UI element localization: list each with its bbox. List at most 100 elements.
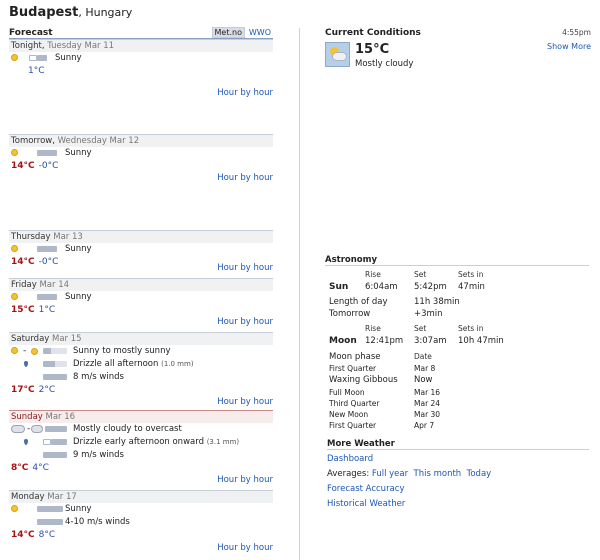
forecast-day: Friday Mar 14 Sunny 15°C 1°C Hour by hour (9, 278, 273, 332)
high-temp: 15°C (11, 305, 35, 315)
phase-date: Mar 30 (414, 410, 441, 419)
phase-date: Mar 24 (414, 399, 441, 408)
tomorrow-label: Tomorrow (329, 309, 371, 319)
this-month-link[interactable]: This month (414, 469, 462, 479)
length-of-day: 11h 38min (414, 297, 460, 307)
set-header: Set (414, 270, 427, 279)
cloud-cover-bar (43, 348, 67, 354)
forecast-day: Tonight, Tuesday Mar 11 Sunny 1°C Hour b… (9, 39, 273, 134)
sets-in-header: Sets in (458, 270, 484, 279)
high-temp: 17°C (11, 385, 35, 395)
phase-date-header: Date (414, 352, 432, 361)
cloud-cover-bar (37, 55, 47, 61)
condition-row: 8 m/s winds (9, 371, 273, 384)
forecast-day: Sunday Mar 16 - Mostly cloudy to overcas… (9, 410, 273, 490)
forecast-day: Thursday Mar 13 Sunny 14°C -0°C Hour by h… (9, 230, 273, 278)
current-description: Mostly cloudy (355, 59, 414, 69)
day-header: Tomorrow, Wednesday Mar 12 (9, 135, 273, 147)
current-temp: 15°C (355, 42, 390, 57)
tomorrow-delta: +3min (414, 309, 443, 319)
condition-row: Sunny (9, 52, 273, 65)
day-temps: 15°C 1°C (9, 304, 273, 317)
today-link[interactable]: Today (467, 469, 492, 479)
condition-row: Drizzle all afternoon (1.0 mm) (9, 358, 273, 371)
current-title: Current Conditions (325, 28, 421, 38)
phase-date-current: Now (414, 375, 433, 385)
low-temp: 1°C (38, 305, 56, 315)
condition-row: 9 m/s winds (9, 449, 273, 462)
sets-in-header: Sets in (458, 324, 484, 333)
precip-bar (43, 439, 51, 445)
forecast-title: Forecast (9, 28, 53, 38)
mostly-cloudy-icon (325, 42, 350, 67)
high-temp: 14°C (11, 257, 35, 267)
moon-phase-header: Moon phase (329, 352, 381, 362)
hour-by-hour-link[interactable]: Hour by hour (217, 397, 273, 407)
sun-icon (11, 149, 18, 156)
phase-name-current: Waxing Gibbous (329, 375, 398, 385)
rise-header: Rise (365, 270, 381, 279)
hour-by-hour-link[interactable]: Hour by hour (217, 475, 273, 485)
high-temp: 14°C (11, 530, 35, 540)
raindrop-icon (24, 439, 28, 445)
condition-row: Drizzle early afternoon onward (3.1 mm) (9, 436, 273, 449)
forecast-header: Forecast Met.no WWO (9, 27, 273, 39)
low-temp: 4°C (32, 463, 49, 473)
set-header: Set (414, 324, 427, 333)
forecast-day: Monday Mar 17 Sunny 4-10 m/s winds 14°C 8… (9, 490, 273, 556)
forecast-panel: Forecast Met.no WWO Tonight, Tuesday Mar… (9, 27, 273, 556)
day-temps: 1°C (9, 65, 273, 78)
phase-date: Mar 8 (414, 364, 436, 373)
hour-by-hour-link[interactable]: Hour by hour (217, 173, 273, 183)
historical-weather-link[interactable]: Historical Weather (327, 499, 405, 509)
more-weather-panel: More Weather Dashboard Averages: Full ye… (327, 439, 589, 517)
sun-sets-in: 47min (458, 282, 485, 292)
city-name: Budapest (9, 5, 79, 20)
phase-name: New Moon (329, 410, 369, 419)
condition-row: - Mostly cloudy to overcast (9, 423, 273, 436)
cloud-cover-bar (37, 294, 57, 300)
full-year-link[interactable]: Full year (372, 469, 408, 479)
condition-row: Sunny (9, 291, 273, 304)
hour-by-hour-link[interactable]: Hour by hour (217, 88, 273, 98)
sun-icon (11, 54, 18, 61)
phase-name: First Quarter (329, 421, 377, 430)
condition-row: 4-10 m/s winds (9, 516, 273, 529)
day-header: Sunday Mar 16 (9, 411, 273, 423)
page-title: Budapest, Hungary (9, 5, 132, 20)
hour-by-hour-link[interactable]: Hour by hour (217, 317, 273, 327)
day-header: Friday Mar 14 (9, 279, 273, 291)
wind-bar (43, 452, 67, 458)
source-tab-wwo[interactable]: WWO (249, 28, 271, 37)
cloud-cover-bar (37, 246, 57, 252)
show-more-link[interactable]: Show More (547, 42, 591, 51)
hour-by-hour-link[interactable]: Hour by hour (217, 263, 273, 273)
dashboard-link[interactable]: Dashboard (327, 454, 373, 464)
precip-amount: (1.0 mm) (161, 360, 194, 368)
day-header: Tonight, Tuesday Mar 11 (9, 40, 273, 52)
moon-sets-in: 10h 47min (458, 336, 504, 346)
sun-label: Sun (329, 282, 349, 292)
current-conditions: Current Conditions 4:55pm Show More 15°C… (325, 28, 591, 88)
moonset-time: 3:07am (414, 336, 447, 346)
day-header: Monday Mar 17 (9, 491, 273, 503)
precip-bar (51, 439, 67, 445)
day-temps: 14°C -0°C (9, 160, 273, 173)
moon-label: Moon (329, 336, 357, 346)
phase-date: Apr 7 (414, 421, 435, 430)
day-header: Saturday Mar 15 (9, 333, 273, 345)
observation-time: 4:55pm (562, 28, 591, 37)
day-temps: 17°C 2°C (9, 384, 273, 397)
condition-row: Sunny (9, 243, 273, 256)
partly-sunny-icon (31, 348, 38, 355)
hour-by-hour-link[interactable]: Hour by hour (217, 543, 273, 553)
forecast-accuracy-link[interactable]: Forecast Accuracy (327, 484, 404, 494)
source-tab-metno[interactable]: Met.no (211, 27, 245, 38)
day-header: Thursday Mar 13 (9, 231, 273, 243)
forecast-day: Saturday Mar 15 - Sunny to mostly sunny … (9, 332, 273, 410)
day-temps: 14°C 8°C (9, 529, 273, 542)
wind-bar (43, 374, 67, 380)
averages-row: Averages: Full year This month Today (327, 469, 491, 479)
high-temp: 8°C (11, 463, 29, 473)
condition-row: Sunny (9, 503, 273, 516)
